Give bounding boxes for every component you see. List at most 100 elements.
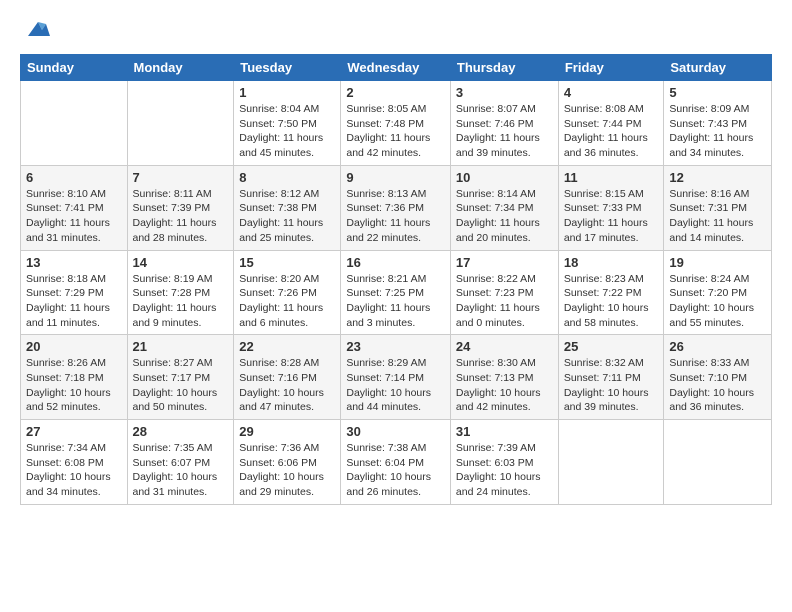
day-number: 28 xyxy=(133,424,229,439)
calendar-cell: 15 Sunrise: 8:20 AM Sunset: 7:26 PM Dayli… xyxy=(234,250,341,335)
day-info: Sunrise: 8:09 AM Sunset: 7:43 PM Dayligh… xyxy=(669,102,766,161)
day-info: Sunrise: 7:35 AM Sunset: 6:07 PM Dayligh… xyxy=(133,441,229,500)
calendar-cell: 22 Sunrise: 8:28 AM Sunset: 7:16 PM Dayli… xyxy=(234,335,341,420)
day-info: Sunrise: 8:18 AM Sunset: 7:29 PM Dayligh… xyxy=(26,272,122,331)
calendar-cell xyxy=(664,420,772,505)
day-number: 17 xyxy=(456,255,553,270)
day-info: Sunrise: 7:36 AM Sunset: 6:06 PM Dayligh… xyxy=(239,441,335,500)
calendar-body: 1 Sunrise: 8:04 AM Sunset: 7:50 PM Daylig… xyxy=(21,81,772,505)
day-info: Sunrise: 8:04 AM Sunset: 7:50 PM Dayligh… xyxy=(239,102,335,161)
calendar-week-2: 6Sunrise: 8:10 AM Sunset: 7:41 PM Daylig… xyxy=(21,165,772,250)
calendar-cell: 13 Sunrise: 8:18 AM Sunset: 7:29 PM Dayli… xyxy=(21,250,128,335)
day-info: Sunrise: 8:32 AM Sunset: 7:11 PM Dayligh… xyxy=(564,356,659,415)
calendar-cell: 6Sunrise: 8:10 AM Sunset: 7:41 PM Daylig… xyxy=(21,165,128,250)
day-info: Sunrise: 8:05 AM Sunset: 7:48 PM Dayligh… xyxy=(346,102,445,161)
calendar-cell: 8 Sunrise: 8:12 AM Sunset: 7:38 PM Daylig… xyxy=(234,165,341,250)
day-number: 6 xyxy=(26,170,122,185)
day-number: 24 xyxy=(456,339,553,354)
day-info: Sunrise: 8:27 AM Sunset: 7:17 PM Dayligh… xyxy=(133,356,229,415)
calendar-cell: 16 Sunrise: 8:21 AM Sunset: 7:25 PM Dayli… xyxy=(341,250,451,335)
calendar-cell: 9 Sunrise: 8:13 AM Sunset: 7:36 PM Daylig… xyxy=(341,165,451,250)
calendar-cell: 28 Sunrise: 7:35 AM Sunset: 6:07 PM Dayli… xyxy=(127,420,234,505)
calendar-cell: 27Sunrise: 7:34 AM Sunset: 6:08 PM Dayli… xyxy=(21,420,128,505)
header xyxy=(20,16,772,44)
day-number: 14 xyxy=(133,255,229,270)
calendar-week-1: 1 Sunrise: 8:04 AM Sunset: 7:50 PM Daylig… xyxy=(21,81,772,166)
day-number: 2 xyxy=(346,85,445,100)
weekday-header-sunday: Sunday xyxy=(21,55,128,81)
weekday-header-monday: Monday xyxy=(127,55,234,81)
day-info: Sunrise: 8:13 AM Sunset: 7:36 PM Dayligh… xyxy=(346,187,445,246)
day-info: Sunrise: 8:22 AM Sunset: 7:23 PM Dayligh… xyxy=(456,272,553,331)
day-info: Sunrise: 8:30 AM Sunset: 7:13 PM Dayligh… xyxy=(456,356,553,415)
calendar-cell: 10 Sunrise: 8:14 AM Sunset: 7:34 PM Dayli… xyxy=(450,165,558,250)
day-number: 30 xyxy=(346,424,445,439)
calendar-cell: 1 Sunrise: 8:04 AM Sunset: 7:50 PM Daylig… xyxy=(234,81,341,166)
calendar: SundayMondayTuesdayWednesdayThursdayFrid… xyxy=(20,54,772,505)
calendar-cell: 11Sunrise: 8:15 AM Sunset: 7:33 PM Dayli… xyxy=(558,165,664,250)
day-info: Sunrise: 8:29 AM Sunset: 7:14 PM Dayligh… xyxy=(346,356,445,415)
day-number: 27 xyxy=(26,424,122,439)
day-number: 10 xyxy=(456,170,553,185)
calendar-cell: 7Sunrise: 8:11 AM Sunset: 7:39 PM Daylig… xyxy=(127,165,234,250)
calendar-cell xyxy=(127,81,234,166)
logo xyxy=(20,20,52,44)
day-info: Sunrise: 8:15 AM Sunset: 7:33 PM Dayligh… xyxy=(564,187,659,246)
day-number: 21 xyxy=(133,339,229,354)
day-info: Sunrise: 7:38 AM Sunset: 6:04 PM Dayligh… xyxy=(346,441,445,500)
calendar-cell: 5 Sunrise: 8:09 AM Sunset: 7:43 PM Daylig… xyxy=(664,81,772,166)
day-number: 9 xyxy=(346,170,445,185)
calendar-cell: 29 Sunrise: 7:36 AM Sunset: 6:06 PM Dayli… xyxy=(234,420,341,505)
calendar-cell: 31Sunrise: 7:39 AM Sunset: 6:03 PM Dayli… xyxy=(450,420,558,505)
calendar-cell: 3Sunrise: 8:07 AM Sunset: 7:46 PM Daylig… xyxy=(450,81,558,166)
weekday-row: SundayMondayTuesdayWednesdayThursdayFrid… xyxy=(21,55,772,81)
day-number: 8 xyxy=(239,170,335,185)
day-number: 12 xyxy=(669,170,766,185)
day-info: Sunrise: 8:23 AM Sunset: 7:22 PM Dayligh… xyxy=(564,272,659,331)
day-number: 25 xyxy=(564,339,659,354)
calendar-cell xyxy=(21,81,128,166)
logo-bird-icon xyxy=(24,16,52,44)
calendar-cell: 12 Sunrise: 8:16 AM Sunset: 7:31 PM Dayli… xyxy=(664,165,772,250)
day-number: 31 xyxy=(456,424,553,439)
day-info: Sunrise: 8:26 AM Sunset: 7:18 PM Dayligh… xyxy=(26,356,122,415)
calendar-cell: 24 Sunrise: 8:30 AM Sunset: 7:13 PM Dayli… xyxy=(450,335,558,420)
day-number: 1 xyxy=(239,85,335,100)
day-number: 3 xyxy=(456,85,553,100)
day-number: 22 xyxy=(239,339,335,354)
page: SundayMondayTuesdayWednesdayThursdayFrid… xyxy=(0,0,792,525)
calendar-cell: 25 Sunrise: 8:32 AM Sunset: 7:11 PM Dayli… xyxy=(558,335,664,420)
day-info: Sunrise: 8:33 AM Sunset: 7:10 PM Dayligh… xyxy=(669,356,766,415)
day-number: 7 xyxy=(133,170,229,185)
day-number: 5 xyxy=(669,85,766,100)
weekday-header-tuesday: Tuesday xyxy=(234,55,341,81)
day-number: 18 xyxy=(564,255,659,270)
day-number: 20 xyxy=(26,339,122,354)
day-number: 15 xyxy=(239,255,335,270)
calendar-header: SundayMondayTuesdayWednesdayThursdayFrid… xyxy=(21,55,772,81)
day-info: Sunrise: 8:21 AM Sunset: 7:25 PM Dayligh… xyxy=(346,272,445,331)
day-number: 26 xyxy=(669,339,766,354)
day-number: 16 xyxy=(346,255,445,270)
weekday-header-friday: Friday xyxy=(558,55,664,81)
day-number: 29 xyxy=(239,424,335,439)
weekday-header-wednesday: Wednesday xyxy=(341,55,451,81)
calendar-cell: 2 Sunrise: 8:05 AM Sunset: 7:48 PM Daylig… xyxy=(341,81,451,166)
calendar-week-5: 27Sunrise: 7:34 AM Sunset: 6:08 PM Dayli… xyxy=(21,420,772,505)
calendar-cell: 21 Sunrise: 8:27 AM Sunset: 7:17 PM Dayli… xyxy=(127,335,234,420)
day-number: 23 xyxy=(346,339,445,354)
weekday-header-saturday: Saturday xyxy=(664,55,772,81)
day-info: Sunrise: 8:24 AM Sunset: 7:20 PM Dayligh… xyxy=(669,272,766,331)
calendar-cell: 14 Sunrise: 8:19 AM Sunset: 7:28 PM Dayli… xyxy=(127,250,234,335)
calendar-cell: 19Sunrise: 8:24 AM Sunset: 7:20 PM Dayli… xyxy=(664,250,772,335)
day-number: 13 xyxy=(26,255,122,270)
day-info: Sunrise: 8:12 AM Sunset: 7:38 PM Dayligh… xyxy=(239,187,335,246)
day-info: Sunrise: 8:28 AM Sunset: 7:16 PM Dayligh… xyxy=(239,356,335,415)
calendar-week-3: 13 Sunrise: 8:18 AM Sunset: 7:29 PM Dayli… xyxy=(21,250,772,335)
calendar-cell xyxy=(558,420,664,505)
day-info: Sunrise: 8:14 AM Sunset: 7:34 PM Dayligh… xyxy=(456,187,553,246)
day-info: Sunrise: 8:20 AM Sunset: 7:26 PM Dayligh… xyxy=(239,272,335,331)
day-info: Sunrise: 8:19 AM Sunset: 7:28 PM Dayligh… xyxy=(133,272,229,331)
day-info: Sunrise: 8:16 AM Sunset: 7:31 PM Dayligh… xyxy=(669,187,766,246)
calendar-cell: 20 Sunrise: 8:26 AM Sunset: 7:18 PM Dayli… xyxy=(21,335,128,420)
